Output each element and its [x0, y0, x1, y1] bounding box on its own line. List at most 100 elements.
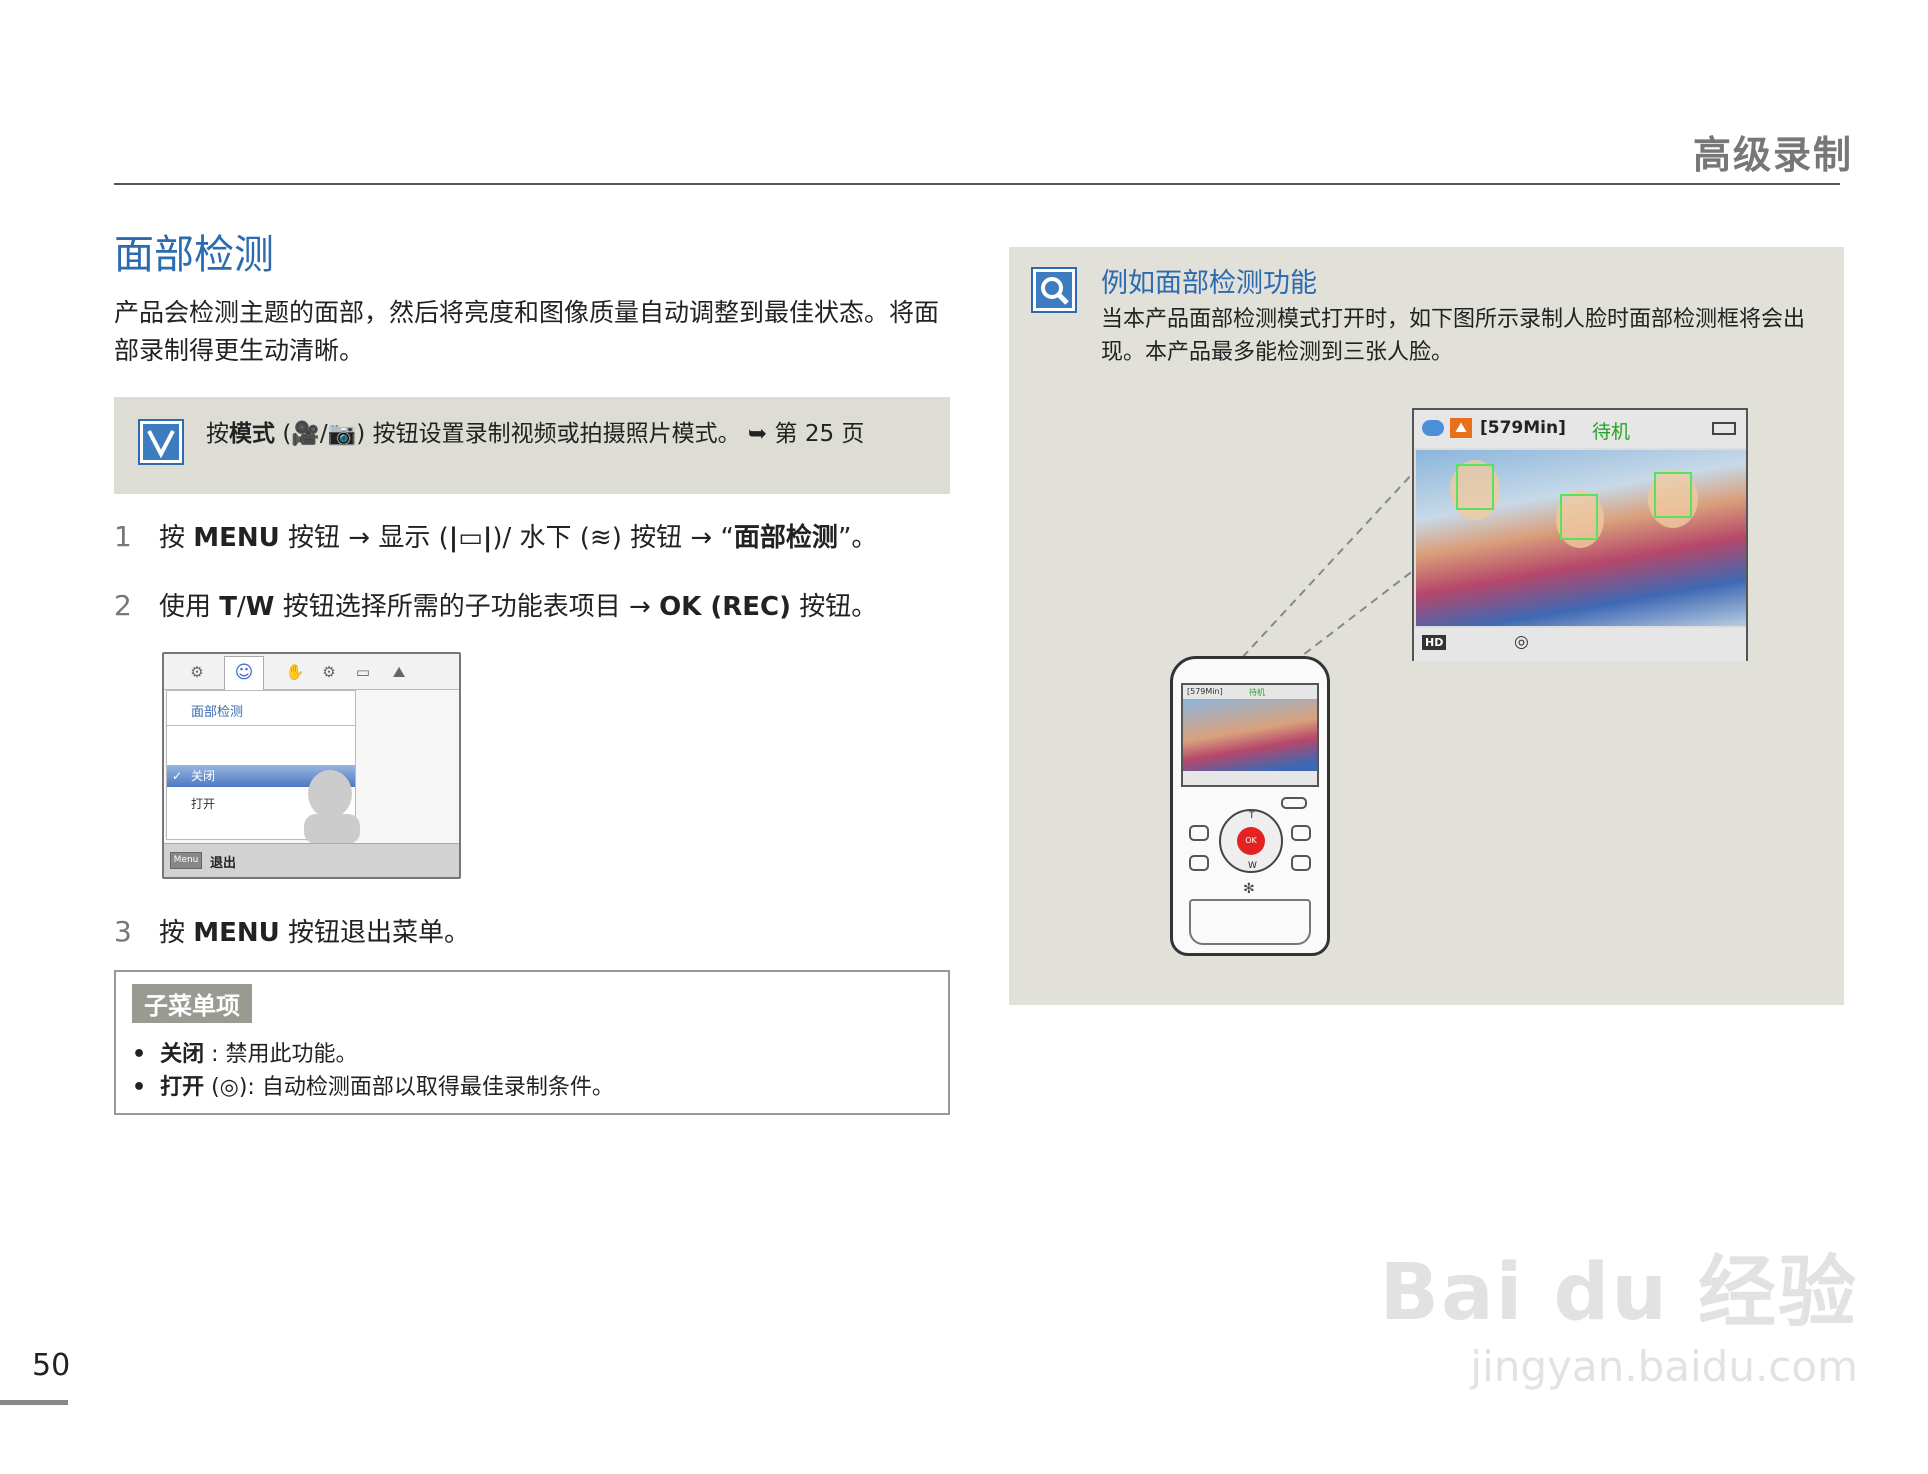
watermark-sub: jingyan.baidu.com	[1470, 1342, 1858, 1391]
section-header: 高级录制	[1692, 133, 1853, 177]
submenu-item-desc: 自动检测面部以取得最佳录制条件。	[261, 1075, 614, 1100]
step-text: 按钮 → 显示 (	[279, 523, 449, 553]
submenu-item: 打开 (◎): 自动检测面部以取得最佳录制条件。	[132, 1071, 614, 1104]
check-icon: ✓	[172, 769, 183, 783]
step-1: 1按 MENU 按钮 → 显示 (|▭|)/ 水下 (≋) 按钮 → “面部检测…	[114, 517, 877, 554]
submenu-sep: (◎):	[204, 1075, 262, 1100]
exit-label: 退出	[210, 856, 237, 871]
step-number: 1	[114, 520, 132, 553]
step-text: 按	[159, 918, 194, 948]
mode-icons: (🎥/📷)	[282, 421, 366, 447]
watermark-main: Bai du 经验	[1379, 1248, 1858, 1338]
page-ref-arrow-icon: ➥	[747, 421, 768, 447]
share-button[interactable]	[1291, 855, 1311, 871]
submenu-item-name: 打开	[160, 1075, 205, 1100]
step-text: 按钮。	[791, 592, 878, 622]
step-key: T	[219, 592, 238, 622]
face-detect-box	[1456, 464, 1494, 510]
display-icon: |▭|	[448, 523, 493, 553]
magnifier-icon	[1031, 267, 1077, 313]
step-key: OK (REC)	[659, 592, 791, 622]
settings-tab-icon: ⚙	[322, 663, 336, 681]
example-title: 例如面部检测功能	[1101, 268, 1317, 299]
menu-item-label: 关闭	[191, 769, 216, 783]
camera-lcd-time: [579Min]	[1187, 687, 1223, 696]
submenu-item: 关闭 : 禁用此功能。	[132, 1038, 614, 1071]
menu-title: 面部检测	[191, 705, 244, 720]
page-title: 面部检测	[114, 232, 274, 278]
display-tab-icon: ▭	[355, 663, 371, 681]
ok-button[interactable]: OK	[1237, 827, 1265, 855]
example-body: 当本产品面部检测模式打开时，如下图所示录制人脸时面部检测框将会出现。本产品最多能…	[1101, 307, 1806, 365]
lcd-bottom-bar: HD ◎	[1414, 628, 1746, 661]
step-key: MENU	[193, 523, 280, 553]
note-body: 按钮设置录制视频或拍摄照片模式。	[372, 421, 741, 447]
note-box: 按模式 (🎥/📷) 按钮设置录制视频或拍摄照片模式。 ➥ 第 25 页	[114, 397, 950, 494]
step-text: /	[237, 592, 246, 622]
dpad[interactable]: T W OK	[1219, 809, 1283, 873]
menu-button[interactable]	[1291, 825, 1311, 841]
note-mode-label: 模式	[229, 421, 275, 447]
hand-tab-icon: ✋	[285, 663, 305, 681]
camera-base	[1189, 899, 1311, 945]
face-detect-box	[1654, 472, 1692, 518]
face-detect-icon: ◎	[1514, 632, 1529, 652]
step-key: 面部检测	[733, 523, 838, 553]
lcd-photo	[1416, 450, 1746, 626]
tele-label: T	[1249, 811, 1255, 821]
step-text: 按钮退出菜单。	[279, 918, 471, 948]
camera-lcd-status: 待机	[1249, 688, 1265, 697]
menu-button-icon[interactable]: Menu	[170, 852, 202, 869]
intro-paragraph: 产品会检测主题的面部，然后将亮度和图像质量自动调整到最佳状态。将面部录制得更生动…	[114, 298, 940, 365]
delete-button[interactable]	[1189, 855, 1209, 871]
submenu-item-name: 关闭	[160, 1042, 205, 1067]
submenu-sep: :	[204, 1042, 226, 1067]
menu-item-on[interactable]: 打开	[191, 795, 215, 812]
step-text: ”。	[837, 523, 878, 553]
step-key: W	[245, 592, 275, 622]
wide-label: W	[1248, 861, 1257, 871]
mode-tab-icon: ⚙	[190, 663, 204, 681]
camera-lcd: [579Min] 待机	[1181, 683, 1319, 787]
cloud-icon	[1422, 420, 1444, 436]
page-number-bar	[0, 1400, 68, 1405]
note-text: 按模式 (🎥/📷) 按钮设置录制视频或拍摄照片模式。 ➥ 第 25 页	[206, 417, 864, 451]
step-key: MENU	[193, 918, 280, 948]
face-detect-tab-icon: ☺	[224, 656, 264, 690]
step-2: 2 使用 T/W 按钮选择所需的子功能表项目 → OK (REC) 按钮。	[114, 586, 877, 623]
underwater-icon: ≋	[589, 523, 612, 553]
lcd-screen: ⛰ [579Min] 待机 HD ◎	[1412, 408, 1748, 661]
silhouette-graphic	[304, 770, 360, 844]
submenu-box: 子菜单项 关闭 : 禁用此功能。 打开 (◎): 自动检测面部以取得最佳录制条件…	[114, 970, 950, 1115]
baidu-watermark: Bai du 经验 jingyan.baidu.com	[1380, 1230, 1859, 1391]
submenu-tag: 子菜单项	[132, 984, 252, 1023]
page-number: 50	[32, 1348, 71, 1383]
step-text: ) 按钮 → “	[611, 523, 734, 553]
face-detect-box	[1560, 494, 1598, 540]
step-number: 3	[114, 915, 132, 948]
scene-tab-icon: ⛰	[392, 663, 406, 681]
scene-mode-icon: ⛰	[1450, 418, 1472, 438]
note-prefix: 按	[206, 421, 229, 447]
menu-screen-illustration: ⚙ ☺ ✋ ⚙ ▭ ⛰ 面部检测 ✓ 关闭 打开 ◎ Menu 退出	[162, 652, 461, 879]
header-divider	[114, 183, 1840, 185]
step-text: 按钮选择所需的子功能表项目 →	[274, 592, 660, 622]
hd-icon: HD	[1422, 635, 1447, 650]
remaining-time: [579Min]	[1480, 418, 1566, 438]
camera-lcd-photo	[1183, 699, 1317, 771]
menu-tabs: ⚙ ☺ ✋ ⚙ ▭ ⛰	[164, 654, 459, 690]
step-3: 3按 MENU 按钮退出菜单。	[114, 912, 470, 949]
submenu-item-desc: 禁用此功能。	[225, 1042, 358, 1067]
step-number: 2	[114, 589, 132, 622]
check-note-icon	[138, 419, 184, 465]
menu-footer: Menu 退出	[164, 843, 459, 877]
step-text: 使用	[159, 592, 220, 622]
mode-button[interactable]	[1281, 797, 1307, 809]
battery-icon	[1712, 422, 1736, 435]
step-text: )/ 水下 (	[492, 523, 590, 553]
standby-status: 待机	[1592, 421, 1631, 443]
play-button[interactable]	[1189, 825, 1209, 841]
camcorder-illustration: [579Min] 待机 T W OK ✻	[1170, 656, 1330, 956]
lcd-status-bar: ⛰ [579Min] 待机	[1414, 410, 1746, 448]
submenu-list: 关闭 : 禁用此功能。 打开 (◎): 自动检测面部以取得最佳录制条件。	[132, 1038, 614, 1104]
